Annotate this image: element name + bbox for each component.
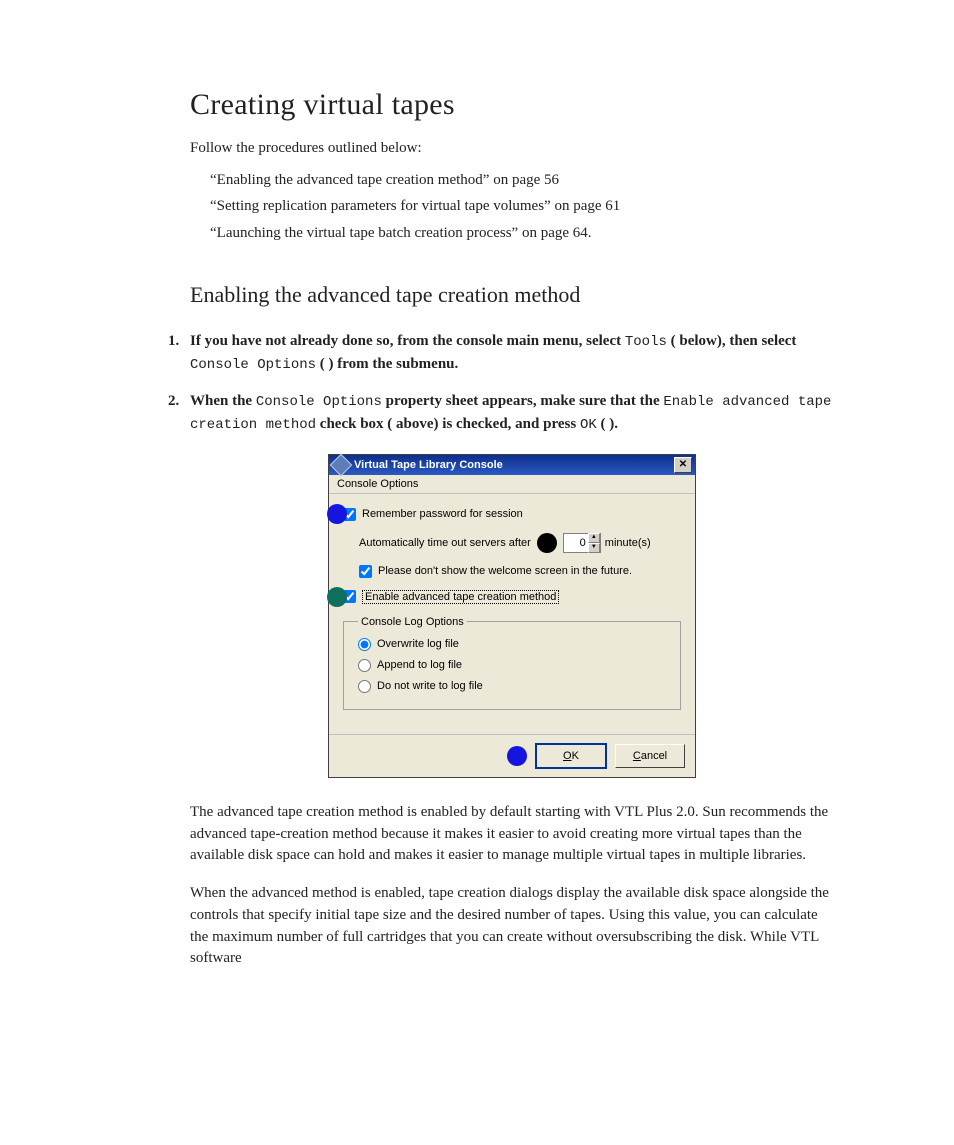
spinner-down-icon[interactable]: ▼ bbox=[588, 543, 600, 553]
dialog-body: Remember password for session Automatica… bbox=[329, 494, 695, 734]
document-page: Creating virtual tapes Follow the proced… bbox=[0, 0, 954, 1145]
body-paragraph-1: The advanced tape creation method is ena… bbox=[190, 802, 834, 867]
timeout-value: 0 bbox=[564, 537, 588, 549]
step-1-text-c: ( ) from the submenu. bbox=[316, 356, 458, 372]
adv-tape-row: Enable advanced tape creation method bbox=[343, 590, 681, 604]
no-welcome-checkbox[interactable] bbox=[359, 565, 372, 578]
dialog-screenshot-wrap: Virtual Tape Library Console ✕ Console O… bbox=[190, 454, 834, 778]
radio-nowrite-label: Do not write to log file bbox=[377, 680, 483, 692]
radio-append-row: Append to log file bbox=[358, 659, 666, 672]
log-options-legend: Console Log Options bbox=[358, 616, 467, 628]
log-options-group: Console Log Options Overwrite log file A… bbox=[343, 616, 681, 710]
reference-list: “Enabling the advanced tape creation met… bbox=[190, 167, 834, 246]
ok-button[interactable]: OK bbox=[535, 743, 607, 769]
radio-append-label: Append to log file bbox=[377, 659, 462, 671]
cancel-button-rest: ancel bbox=[641, 750, 667, 762]
timeout-label-post: minute(s) bbox=[605, 537, 651, 549]
step-2-text-a: When the bbox=[190, 393, 256, 409]
section-heading: Enabling the advanced tape creation meth… bbox=[190, 282, 834, 308]
ok-button-u: O bbox=[563, 750, 572, 762]
reference-item: “Launching the virtual tape batch creati… bbox=[210, 220, 834, 246]
step-2: When the Console Options property sheet … bbox=[190, 390, 834, 436]
radio-append[interactable] bbox=[358, 659, 371, 672]
timeout-row: Automatically time out servers after 0 ▲… bbox=[343, 533, 681, 553]
step-2-text-d: ( ). bbox=[597, 416, 618, 432]
step-list: If you have not already done so, from th… bbox=[190, 330, 834, 436]
callout-marker-blue-ok-icon bbox=[507, 746, 527, 766]
ok-literal: OK bbox=[580, 417, 597, 433]
remember-password-row: Remember password for session bbox=[343, 508, 681, 521]
intro-text: Follow the procedures outlined below: bbox=[190, 140, 834, 157]
close-button[interactable]: ✕ bbox=[674, 457, 692, 473]
spinner-up-icon[interactable]: ▲ bbox=[588, 533, 600, 543]
step-1-text-b: ( below), then select bbox=[667, 333, 797, 349]
console-options-dialog: Virtual Tape Library Console ✕ Console O… bbox=[328, 454, 696, 778]
dialog-footer: OK Cancel bbox=[329, 734, 695, 777]
step-1-text-a: If you have not already done so, from th… bbox=[190, 333, 625, 349]
radio-nowrite-row: Do not write to log file bbox=[358, 680, 666, 693]
console-options-menu-text: Console Options bbox=[337, 478, 418, 490]
radio-nowrite[interactable] bbox=[358, 680, 371, 693]
radio-overwrite-label: Overwrite log file bbox=[377, 638, 459, 650]
callout-marker-teal-icon bbox=[327, 587, 347, 607]
ok-button-rest: K bbox=[572, 750, 579, 762]
adv-tape-label: Enable advanced tape creation method bbox=[362, 590, 559, 604]
cancel-button[interactable]: Cancel bbox=[615, 744, 685, 768]
callout-marker-blue-icon bbox=[327, 504, 347, 524]
no-welcome-label: Please don't show the welcome screen in … bbox=[378, 565, 632, 577]
cancel-button-u: C bbox=[633, 750, 641, 762]
page-title: Creating virtual tapes bbox=[190, 88, 834, 122]
console-options-literal: Console Options bbox=[190, 357, 316, 373]
reference-item: “Setting replication parameters for virt… bbox=[210, 193, 834, 219]
dialog-title-text: Virtual Tape Library Console bbox=[354, 459, 674, 471]
system-icon bbox=[330, 453, 353, 476]
radio-overwrite[interactable] bbox=[358, 638, 371, 651]
no-welcome-row: Please don't show the welcome screen in … bbox=[343, 565, 681, 578]
timeout-label-pre: Automatically time out servers after bbox=[359, 537, 531, 549]
reference-item: “Enabling the advanced tape creation met… bbox=[210, 167, 834, 193]
step-2-text-c: check box ( above) is checked, and press bbox=[316, 416, 580, 432]
callout-marker-black-icon bbox=[537, 533, 557, 553]
dialog-titlebar: Virtual Tape Library Console ✕ bbox=[329, 455, 695, 475]
tools-menu-literal: Tools bbox=[625, 334, 667, 350]
step-1: If you have not already done so, from th… bbox=[190, 330, 834, 376]
remember-password-label: Remember password for session bbox=[362, 508, 523, 520]
spinner-arrows[interactable]: ▲ ▼ bbox=[588, 533, 600, 553]
dialog-menubar[interactable]: Console Options bbox=[329, 475, 695, 494]
console-options-literal-2: Console Options bbox=[256, 394, 382, 410]
body-paragraph-2: When the advanced method is enabled, tap… bbox=[190, 883, 834, 970]
timeout-spinner[interactable]: 0 ▲ ▼ bbox=[563, 533, 601, 553]
radio-overwrite-row: Overwrite log file bbox=[358, 638, 666, 651]
step-2-text-b: property sheet appears, make sure that t… bbox=[382, 393, 664, 409]
